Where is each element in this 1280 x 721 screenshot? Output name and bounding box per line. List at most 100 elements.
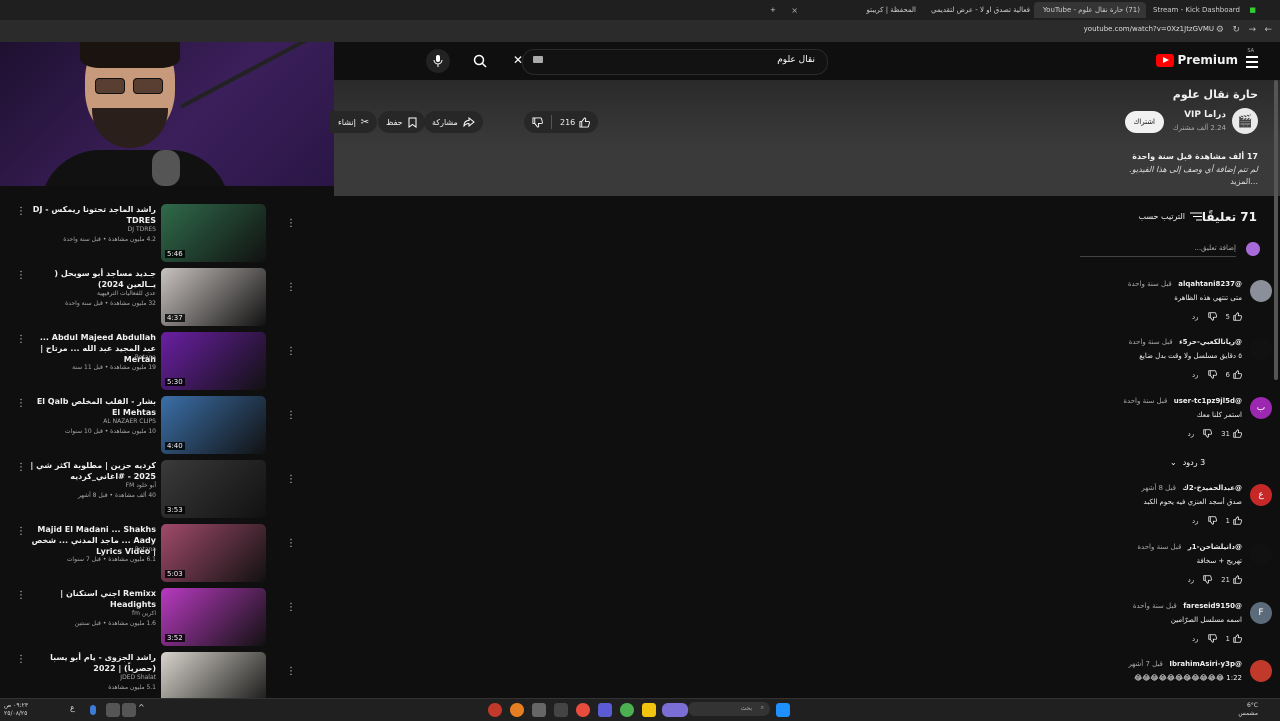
recommended-title[interactable]: جـديد مساجد أبو سويحل ( يــالعين 2024) — [26, 268, 156, 290]
commenter-avatar[interactable]: ب — [1250, 397, 1272, 419]
tray-chevron-icon[interactable]: ^ — [138, 703, 152, 717]
commenter-avatar[interactable] — [1250, 543, 1272, 565]
thumbs-down-icon[interactable] — [1203, 429, 1213, 438]
recommended-title[interactable]: Remixx اجني استكنان | Headights — [26, 588, 156, 610]
recommended-video[interactable]: ⋮ راشد الماجد تحتونا ريمكس - DJ TDRES DJ T… — [0, 204, 280, 264]
recommended-channel[interactable]: AL NAZAER CLIPS — [103, 418, 156, 425]
more-vert-icon[interactable]: ⋮ — [286, 346, 296, 357]
channel-avatar[interactable]: 🎬 — [1232, 108, 1258, 134]
recommended-title[interactable]: راشد الماجد تحتونا ريمكس - DJ TDRES — [26, 204, 156, 226]
taskbar-search[interactable]: ⌕ بحث — [688, 702, 770, 716]
more-vert-icon[interactable]: ⋮ — [286, 282, 296, 293]
subscribe-button[interactable]: اشتراك — [1124, 111, 1164, 133]
more-vert-icon[interactable]: ⋮ — [16, 526, 26, 537]
reload-icon[interactable]: ↻ — [1232, 25, 1240, 35]
more-vert-icon[interactable]: ⋮ — [286, 410, 296, 421]
comment-time[interactable]: قبل 8 أشهر — [1141, 484, 1176, 492]
comment-author[interactable]: @fareseid9150 — [1183, 602, 1242, 610]
more-vert-icon[interactable]: ⋮ — [16, 590, 26, 601]
recommended-channel[interactable]: عدي للفعاليات الترفيهية — [97, 290, 156, 297]
tab-presentation[interactable]: فعالية تصدق او لا - عرض لتقديمي — [920, 2, 1030, 18]
more-vert-icon[interactable]: ⋮ — [16, 334, 26, 345]
comment-time[interactable]: قبل سنة واحدة — [1128, 280, 1172, 288]
app-icon[interactable] — [576, 703, 590, 717]
like-comment-button[interactable]: 1 — [1226, 516, 1242, 525]
more-vert-icon[interactable]: ⋮ — [286, 666, 296, 677]
comment-author[interactable]: @عبدالحميدخ-2ك — [1182, 484, 1242, 492]
firefox-icon[interactable] — [510, 703, 524, 717]
hamburger-menu-icon[interactable] — [1246, 56, 1258, 71]
add-comment-box[interactable]: إضافة تعليق... — [1080, 242, 1260, 257]
like-comment-button[interactable]: 5 — [1226, 312, 1242, 321]
tab-kick[interactable]: Stream - Kick Dashboard — [1150, 2, 1240, 18]
weather-widget[interactable]: 6°C مشمس — [1238, 702, 1258, 718]
new-tab-button[interactable]: + — [770, 2, 776, 18]
comment-time[interactable]: قبل سنة واحدة — [1133, 602, 1177, 610]
channel-name[interactable]: دراما VIP — [1184, 110, 1226, 120]
reply-button[interactable]: رد — [1188, 430, 1195, 438]
show-more-link[interactable]: ...المزيد — [1230, 177, 1258, 186]
like-comment-button[interactable]: 6 — [1226, 370, 1242, 379]
more-vert-icon[interactable]: ⋮ — [16, 462, 26, 473]
comment-time[interactable]: قبل 7 أشهر — [1128, 660, 1163, 668]
app-icon[interactable] — [554, 703, 568, 717]
comment-author[interactable]: @IbrahimAsiri-y3p — [1169, 660, 1242, 668]
more-vert-icon[interactable]: ⋮ — [286, 218, 296, 229]
thumbs-down-icon[interactable] — [1207, 370, 1217, 379]
windows-start-icon[interactable] — [776, 703, 790, 717]
commenter-avatar[interactable] — [1250, 280, 1272, 302]
search-button[interactable] — [467, 50, 493, 74]
tune-icon[interactable]: ⚙ — [1216, 25, 1224, 35]
thumbs-down-icon[interactable] — [1207, 516, 1217, 525]
comment-author[interactable]: @دانيلشاحن-1ر — [1188, 543, 1242, 551]
address-bar[interactable]: youtube.com/watch?v=0Xz1JtzGVMU ⚙ ↻ → ← — [0, 20, 1280, 42]
commenter-avatar[interactable] — [1250, 660, 1272, 682]
like-comment-button[interactable]: 21 — [1221, 575, 1242, 584]
reply-button[interactable]: رد — [1192, 635, 1199, 643]
battery-icon[interactable] — [122, 703, 136, 717]
commenter-avatar[interactable] — [1250, 338, 1272, 360]
sort-button[interactable]: الترتيب حسب — [1139, 212, 1202, 221]
like-comment-button[interactable]: 31 — [1221, 429, 1242, 438]
thumbs-down-icon[interactable] — [1207, 312, 1217, 321]
search-input[interactable]: ✕ نقال علوم — [513, 49, 828, 75]
tab-wallet[interactable]: المحفظة | كريبتو — [846, 2, 916, 18]
like-comment-button[interactable]: 1 — [1226, 634, 1242, 643]
tab-youtube[interactable]: (71) حارة نقال علوم - YouTube — [1034, 2, 1146, 18]
recommended-title[interactable]: كرديه حزين | مطلوبة اكثر شي | 2025 - #اغ… — [26, 460, 156, 482]
recommended-title[interactable]: راشد الجزوى - يام أبو يسبا (حصرياً) | 20… — [26, 652, 156, 674]
language-icon[interactable]: ع — [70, 703, 84, 717]
more-vert-icon[interactable]: ⋮ — [286, 538, 296, 549]
recommended-video[interactable]: ⋮ بشار - القلب المخلص El Qalb El Mehtas AL… — [0, 396, 280, 456]
recommended-channel[interactable]: Rotana — [135, 546, 156, 553]
thumbs-down-icon[interactable] — [1207, 634, 1217, 643]
recommended-channel[interactable]: JDED Shalat — [120, 674, 156, 681]
recommended-channel[interactable]: Rotana — [135, 354, 156, 361]
comment-time[interactable]: قبل سنة واحدة — [1123, 397, 1167, 405]
app-icon[interactable] — [532, 703, 546, 717]
clip-button[interactable]: ✂ إنشاء — [330, 111, 378, 133]
folder-icon[interactable] — [642, 703, 656, 717]
recommended-video[interactable]: ⋮ Remixx اجني استكنان | Headights اكرين fm… — [0, 588, 280, 648]
comment-time[interactable]: قبل سنة واحدة — [1129, 338, 1173, 346]
recommended-video[interactable]: ⋮ كرديه حزين | مطلوبة اكثر شي | 2025 - #ا… — [0, 460, 280, 520]
share-button[interactable]: مشاركة — [424, 111, 483, 133]
commenter-avatar[interactable]: F — [1250, 602, 1272, 624]
more-vert-icon[interactable]: ⋮ — [16, 206, 26, 217]
more-vert-icon[interactable]: ⋮ — [16, 270, 26, 281]
reply-button[interactable]: رد — [1192, 313, 1199, 321]
reply-button[interactable]: رد — [1192, 371, 1199, 379]
more-vert-icon[interactable]: ⋮ — [16, 654, 26, 665]
thumbs-down-icon[interactable] — [1203, 575, 1213, 584]
more-vert-icon[interactable]: ⋮ — [286, 474, 296, 485]
url-text[interactable]: youtube.com/watch?v=0Xz1JtzGVMU — [1084, 25, 1214, 33]
replies-toggle[interactable]: 3 ردود ⌄ — [1170, 458, 1205, 467]
save-button[interactable]: حفظ — [378, 111, 425, 133]
recommended-channel[interactable]: أبو خلود FM — [126, 482, 156, 489]
recommended-channel[interactable]: DJ TDRES — [128, 226, 156, 233]
app-icon[interactable] — [488, 703, 502, 717]
keyboard-icon[interactable] — [533, 56, 543, 63]
comment-author[interactable]: @ريانالكعبي-حز5ء — [1179, 338, 1242, 346]
close-icon[interactable]: × — [790, 2, 798, 18]
more-vert-icon[interactable]: ⋮ — [16, 398, 26, 409]
